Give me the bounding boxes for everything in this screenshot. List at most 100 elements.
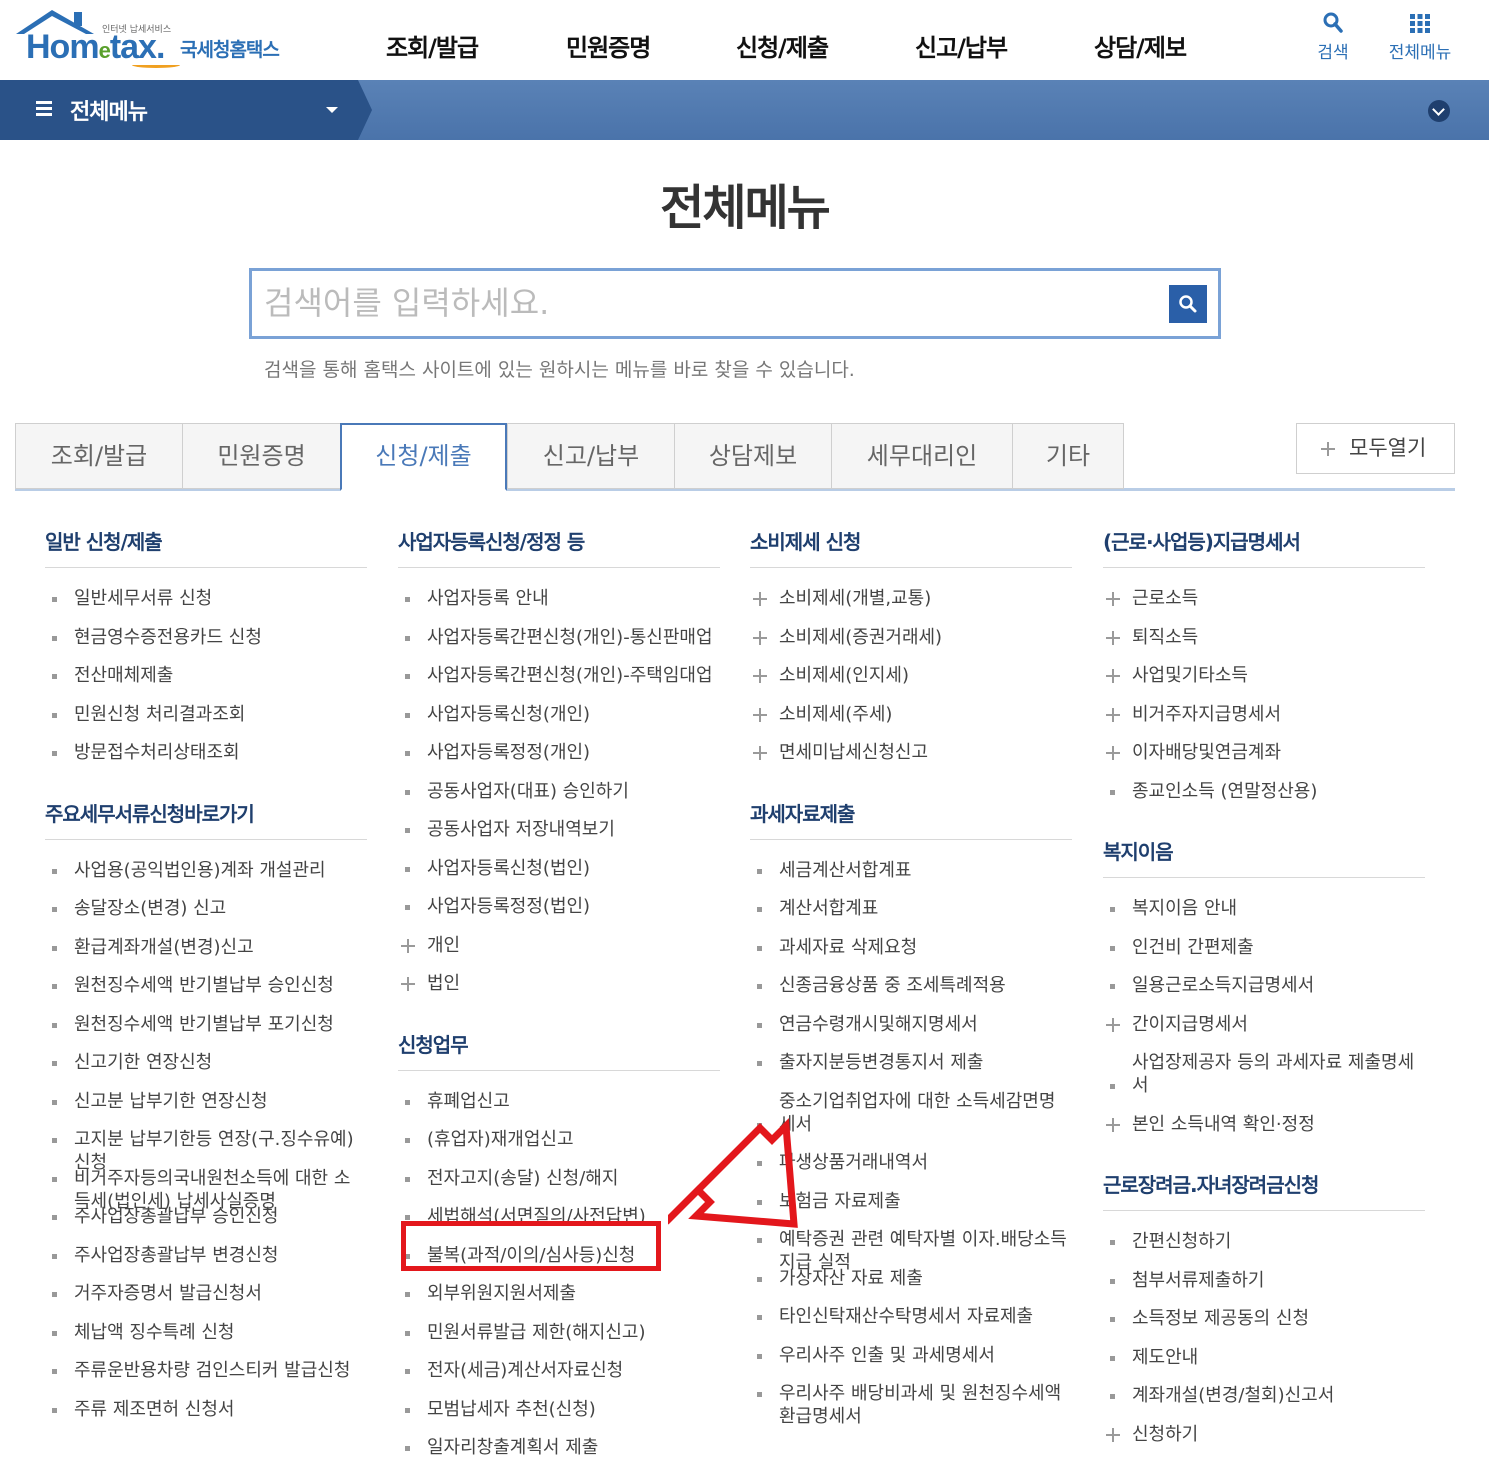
gnb-inquiry-issue[interactable]: 조회/발급 (386, 28, 479, 63)
menu-search-button[interactable] (1169, 285, 1207, 323)
menu-link[interactable]: 사업자등록정정(법인) (427, 895, 590, 918)
menu-link[interactable]: 면세미납세신청신고 (779, 741, 928, 764)
menu-link[interactable]: 개인 (427, 934, 460, 957)
menu-link[interactable]: 일반세무서류 신청 (74, 587, 212, 610)
menu-link[interactable]: 체납액 징수특례 신청 (74, 1321, 234, 1344)
menu-link[interactable]: 외부위원지원서제출 (427, 1282, 576, 1305)
menu-link[interactable]: 본인 소득내역 확인·정정 (1132, 1113, 1315, 1136)
expand-all-button[interactable]: 모두열기 (1296, 423, 1455, 474)
menu-link[interactable]: 첨부서류제출하기 (1132, 1269, 1264, 1292)
menu-link[interactable]: 환급계좌개설(변경)신고 (74, 936, 254, 959)
menu-link[interactable]: 계산서합계표 (779, 897, 878, 920)
menu-link[interactable]: (휴업자)재개업신고 (427, 1128, 574, 1151)
menu-link[interactable]: 소비제세(증권거래세) (779, 626, 942, 649)
menu-link[interactable]: 신고분 납부기한 연장신청 (74, 1090, 268, 1113)
menu-link[interactable]: 공동사업자(대표) 승인하기 (427, 780, 629, 803)
menu-link[interactable]: 과세자료 삭제요청 (779, 936, 917, 959)
menu-link[interactable]: 제도안내 (1132, 1346, 1198, 1369)
menu-link[interactable]: 민원신청 처리결과조회 (74, 703, 245, 726)
menu-link[interactable]: 소비제세(인지세) (779, 664, 909, 687)
section-title: 주요세무서류신청바로가기 (45, 801, 255, 826)
menu-link[interactable]: 휴폐업신고 (427, 1090, 510, 1113)
menu-link[interactable]: 인건비 간편제출 (1132, 936, 1254, 959)
tab-inquiry-issue[interactable]: 조회/발급 (15, 423, 182, 489)
menu-link[interactable]: 종교인소득 (연말정산용) (1132, 780, 1317, 803)
gnb-report-pay[interactable]: 신고/납부 (915, 28, 1008, 63)
menu-link[interactable]: 공동사업자 저장내역보기 (427, 818, 615, 841)
menu-link[interactable]: 소비제세(주세) (779, 703, 892, 726)
tab-report-pay[interactable]: 신고/납부 (507, 423, 674, 489)
menu-link[interactable]: 복지이음 안내 (1132, 897, 1237, 920)
gnb-consult[interactable]: 상담/제보 (1094, 28, 1187, 63)
menu-link[interactable]: 전산매체제출 (74, 664, 173, 687)
menu-link[interactable]: 방문접수처리상태조회 (74, 741, 240, 764)
menu-link[interactable]: 주류운반용차량 검인스티커 발급신청 (74, 1359, 350, 1382)
hometax-logo[interactable]: 인터넷 납세서비스 Hometax. 국세청홈택스 (12, 8, 302, 72)
menu-link[interactable]: 사업자등록간편신청(개인)-주택임대업 (427, 664, 713, 687)
section-divider (750, 838, 1072, 840)
section-title: (근로·사업등)지급명세서 (1103, 530, 1301, 554)
plus-icon (1106, 707, 1120, 722)
menu-link[interactable]: 우리사주 인출 및 과세명세서 (779, 1344, 995, 1367)
menu-link[interactable]: 민원서류발급 제한(해지신고) (427, 1321, 646, 1344)
menu-link[interactable]: 사업자등록신청(개인) (427, 703, 590, 726)
menu-link[interactable]: 이자배당및연금계좌 (1132, 741, 1281, 764)
menu-link[interactable]: 간편신청하기 (1132, 1230, 1231, 1253)
menu-link[interactable]: 계좌개설(변경/철회)신고서 (1132, 1384, 1334, 1407)
menu-link[interactable]: 신종금융상품 중 조세특례적용 (779, 974, 1006, 997)
menu-link[interactable]: 우리사주 배당비과세 및 원천징수세액 환급명세서 (779, 1382, 1069, 1428)
menu-link[interactable]: 가상자산 자료 제출 (779, 1267, 923, 1290)
menu-link[interactable]: 중소기업취업자에 대한 소득세감면명세서 (779, 1090, 1071, 1136)
allmenu-dropdown[interactable]: 전체메뉴 (0, 80, 358, 140)
menu-link[interactable]: 원천징수세액 반기별납부 승인신청 (74, 974, 334, 997)
menu-link[interactable]: 연금수령개시및해지명세서 (779, 1013, 978, 1036)
menu-link[interactable]: 사업자등록정정(개인) (427, 741, 590, 764)
menu-link[interactable]: 원천징수세액 반기별납부 포기신청 (74, 1013, 334, 1036)
menu-link[interactable]: 출자지분등변경통지서 제출 (779, 1051, 983, 1074)
menu-link[interactable]: 전자고지(송달) 신청/해지 (427, 1167, 618, 1190)
menu-link[interactable]: 신청하기 (1132, 1423, 1198, 1446)
menu-link[interactable]: 모범납세자 추천(신청) (427, 1398, 596, 1421)
menu-link[interactable]: 일자리창출계획서 제출 (427, 1436, 598, 1459)
menu-link[interactable]: 사업및기타소득 (1132, 664, 1248, 687)
menu-link[interactable]: 송달장소(변경) 신고 (74, 897, 226, 920)
menu-link[interactable]: 사업용(공익법인용)계좌 개설관리 (74, 859, 326, 882)
tab-consult-report[interactable]: 상담제보 (674, 423, 831, 489)
header-allmenu-button[interactable]: 전체메뉴 (1384, 10, 1456, 63)
menu-link[interactable]: 사업장제공자 등의 과세자료 제출명세서 (1132, 1051, 1424, 1097)
tab-tax-agent[interactable]: 세무대리인 (831, 423, 1012, 489)
menu-link[interactable]: 주사업장총괄납부 변경신청 (74, 1244, 278, 1267)
gnb-certificates[interactable]: 민원증명 (566, 28, 651, 63)
chevron-down-icon[interactable] (1428, 100, 1450, 122)
menu-link[interactable]: 소비제세(개별,교통) (779, 587, 931, 610)
menu-link[interactable]: 파생상품거래내역서 (779, 1151, 928, 1174)
tab-certificates[interactable]: 민원증명 (182, 423, 340, 489)
menu-link[interactable]: 신고기한 연장신청 (74, 1051, 212, 1074)
menu-link[interactable]: 전자(세금)계산서자료신청 (427, 1359, 623, 1382)
menu-link[interactable]: 주류 제조면허 신청서 (74, 1398, 234, 1421)
bullet-icon (52, 597, 57, 602)
menu-link[interactable]: 사업자등록 안내 (427, 587, 549, 610)
bullet-icon (52, 868, 57, 874)
plus-icon (1106, 1427, 1120, 1442)
menu-link[interactable]: 주사업장총괄납부 승인신청 (74, 1205, 278, 1228)
header-search-button[interactable]: 검색 (1298, 10, 1368, 63)
menu-link[interactable]: 퇴직소득 (1132, 626, 1198, 649)
menu-link[interactable]: 세금계산서합계표 (779, 859, 911, 882)
menu-link[interactable]: 거주자증명서 발급신청서 (74, 1282, 262, 1305)
menu-link[interactable]: 일용근로소득지급명세서 (1132, 974, 1314, 997)
menu-link[interactable]: 사업자등록신청(법인) (427, 857, 590, 880)
tab-etc[interactable]: 기타 (1012, 423, 1124, 489)
menu-link[interactable]: 비거주자지급명세서 (1132, 703, 1281, 726)
menu-link[interactable]: 사업자등록간편신청(개인)-통신판매업 (427, 626, 713, 649)
bullet-icon (405, 1446, 410, 1451)
menu-link[interactable]: 근로소득 (1132, 587, 1198, 610)
menu-search-input[interactable] (264, 279, 1144, 327)
menu-link[interactable]: 타인신탁재산수탁명세서 자료제출 (779, 1305, 1033, 1328)
gnb-apply-submit[interactable]: 신청/제출 (736, 28, 829, 63)
tab-apply-submit[interactable]: 신청/제출 (340, 423, 507, 491)
menu-link[interactable]: 소득정보 제공동의 신청 (1132, 1307, 1309, 1330)
menu-link[interactable]: 법인 (427, 972, 460, 995)
menu-link[interactable]: 현금영수증전용카드 신청 (74, 626, 262, 649)
menu-link[interactable]: 간이지급명세서 (1132, 1013, 1248, 1036)
